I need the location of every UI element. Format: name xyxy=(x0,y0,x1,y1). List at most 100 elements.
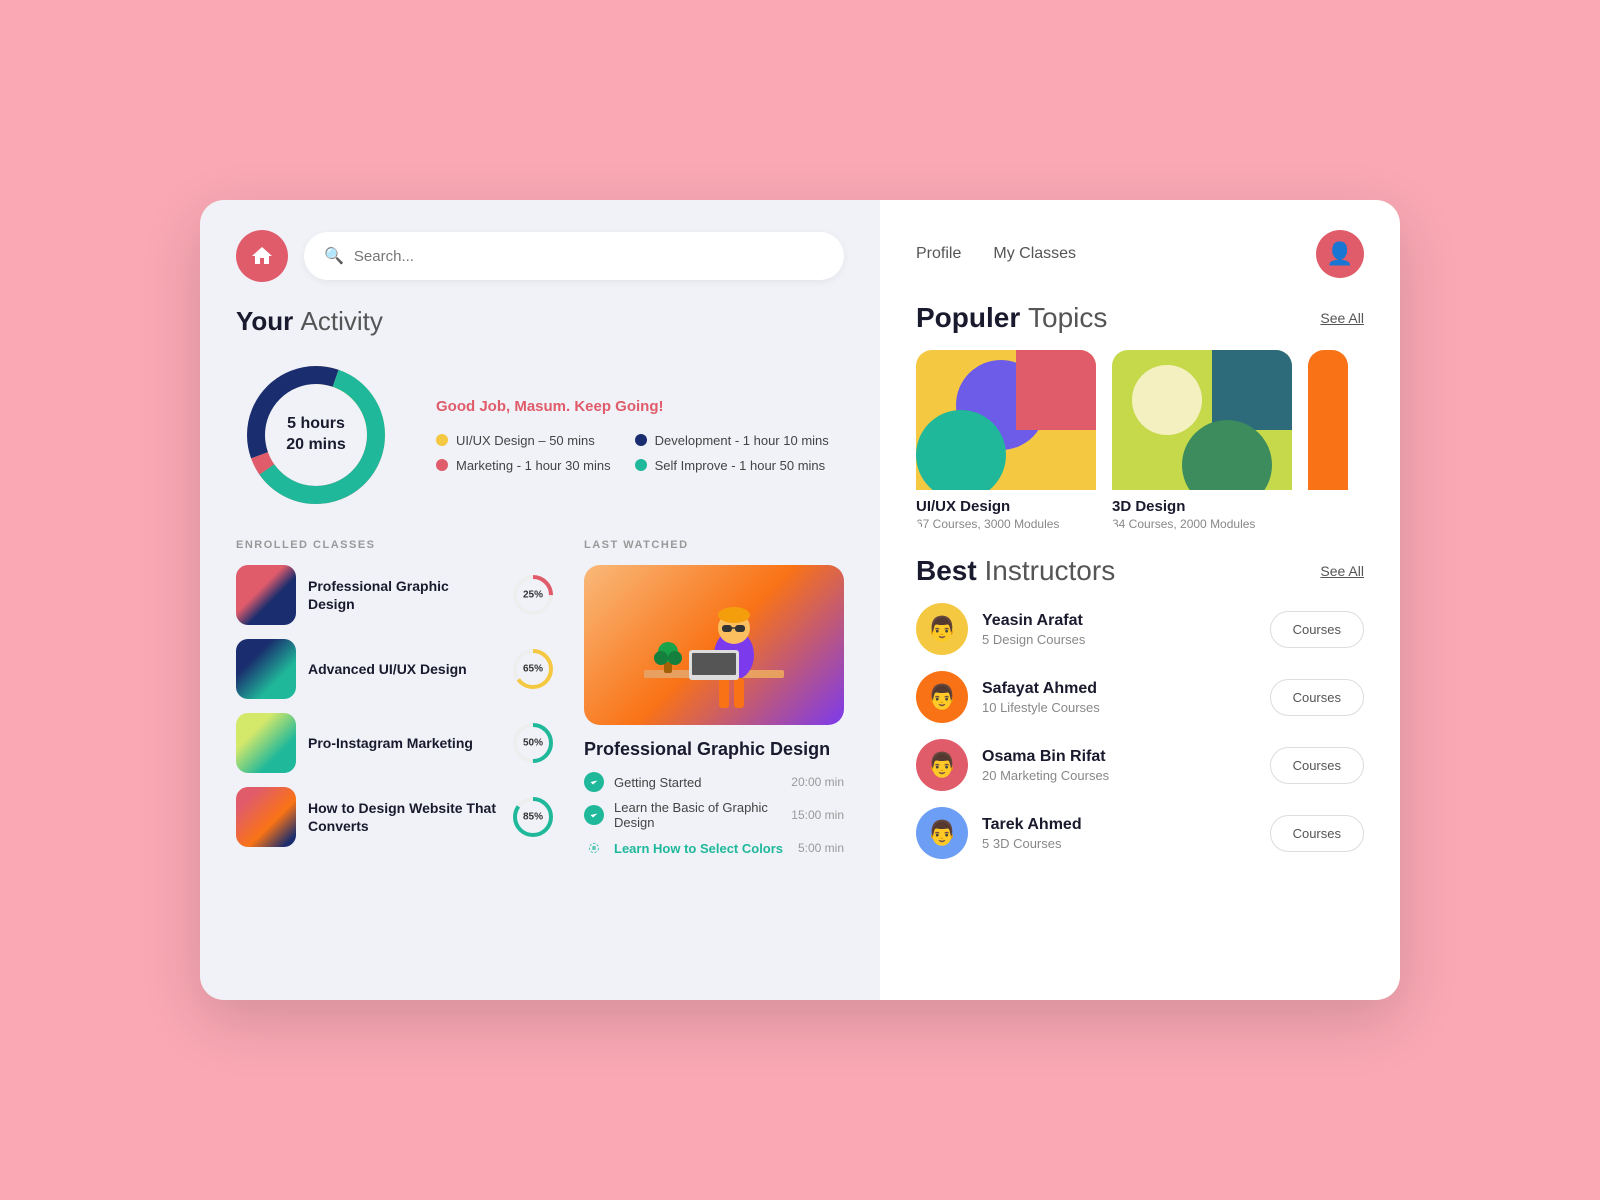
class-item[interactable]: How to Design Website That Converts 85% xyxy=(236,787,556,847)
shape-red-rect xyxy=(1016,350,1096,430)
motivation-text: Good Job, Masum. Keep Going! xyxy=(436,398,829,415)
lesson-item[interactable]: Learn How to Select Colors 5:00 min xyxy=(584,838,844,858)
class-info-1: Professional Graphic Design xyxy=(308,577,498,613)
lesson-list: Getting Started 20:00 min Learn the Basi… xyxy=(584,772,844,858)
donut-center-text: 5 hours 20 mins xyxy=(286,414,346,456)
stat-dot-selfimprove xyxy=(635,459,647,471)
top-bar-left: 🔍 xyxy=(236,230,844,282)
instructor-item: 👨 Yeasin Arafat 5 Design Courses Courses xyxy=(916,603,1364,655)
class-item[interactable]: Pro-Instagram Marketing 50% xyxy=(236,713,556,773)
top-bar-right: Profile My Classes 👤 xyxy=(916,230,1364,278)
user-avatar[interactable]: 👤 xyxy=(1316,230,1364,278)
instructors-see-all[interactable]: See All xyxy=(1320,563,1364,579)
class-info-2: Advanced UI/UX Design xyxy=(308,660,498,678)
instructor-item: 👨 Osama Bin Rifat 20 Marketing Courses C… xyxy=(916,739,1364,791)
instructor-courses-btn-1[interactable]: Courses xyxy=(1270,611,1364,648)
stat-item: Marketing - 1 hour 30 mins xyxy=(436,458,611,473)
instructor-avatar-2: 👨 xyxy=(916,671,968,723)
instructor-info-1: Yeasin Arafat 5 Design Courses xyxy=(982,612,1256,647)
my-classes-nav-link[interactable]: My Classes xyxy=(993,245,1076,263)
class-thumb-3 xyxy=(236,713,296,773)
topic-card-uiux[interactable]: UI/UX Design 67 Courses, 3000 Modules xyxy=(916,350,1096,531)
watched-course-title: Professional Graphic Design xyxy=(584,739,844,760)
shape-teal-circle xyxy=(916,410,1006,490)
topic-img-3d xyxy=(1112,350,1292,490)
stat-col-right: Development - 1 hour 10 mins Self Improv… xyxy=(635,433,829,473)
activity-section: Your Activity xyxy=(236,306,844,515)
stat-item: Self Improve - 1 hour 50 mins xyxy=(635,458,829,473)
instructor-info-2: Safayat Ahmed 10 Lifestyle Courses xyxy=(982,680,1256,715)
instructor-item: 👨 Safayat Ahmed 10 Lifestyle Courses Cou… xyxy=(916,671,1364,723)
topic-img-graphic xyxy=(1308,350,1348,490)
progress-ring-1: 25% xyxy=(510,572,556,618)
class-info-3: Pro-Instagram Marketing xyxy=(308,734,498,752)
progress-ring-3: 50% xyxy=(510,720,556,766)
lesson-item[interactable]: Learn the Basic of Graphic Design 15:00 … xyxy=(584,800,844,830)
search-icon: 🔍 xyxy=(324,246,344,266)
instructor-info-3: Osama Bin Rifat 20 Marketing Courses xyxy=(982,748,1256,783)
instructor-avatar-3: 👨 xyxy=(916,739,968,791)
topic-card-3d[interactable]: 3D Design 34 Courses, 2000 Modules xyxy=(1112,350,1292,531)
last-watched-section: LAST WATCHED xyxy=(584,539,844,861)
activity-title: Your Activity xyxy=(236,306,844,337)
enrolled-label: ENROLLED CLASSES xyxy=(236,539,556,551)
stat-columns: UI/UX Design – 50 mins Marketing - 1 hou… xyxy=(436,433,829,473)
activity-content: 5 hours 20 mins Good Job, Masum. Keep Go… xyxy=(236,355,844,515)
stat-dot-dev xyxy=(635,434,647,446)
instructors-list: 👨 Yeasin Arafat 5 Design Courses Courses… xyxy=(916,603,1364,859)
pause-icon xyxy=(589,843,599,853)
class-thumb-4 xyxy=(236,787,296,847)
lesson-pause-icon xyxy=(584,838,604,858)
class-info-4: How to Design Website That Converts xyxy=(308,799,498,835)
instructor-info-4: Tarek Ahmed 5 3D Courses xyxy=(982,816,1256,851)
checkmark-icon xyxy=(589,810,599,820)
lesson-item[interactable]: Getting Started 20:00 min xyxy=(584,772,844,792)
class-thumb-1 xyxy=(236,565,296,625)
best-instructors-section: Best Instructors See All 👨 Yeasin Arafat… xyxy=(916,555,1364,859)
shape-cream-circle xyxy=(1132,365,1202,435)
checkmark-icon xyxy=(589,777,599,787)
instructor-courses-btn-3[interactable]: Courses xyxy=(1270,747,1364,784)
search-input[interactable] xyxy=(354,248,824,265)
right-panel: Profile My Classes 👤 Populer Topics See … xyxy=(880,200,1400,1000)
profile-nav-link[interactable]: Profile xyxy=(916,245,961,263)
class-item[interactable]: Advanced UI/UX Design 65% xyxy=(236,639,556,699)
instructor-courses-btn-4[interactable]: Courses xyxy=(1270,815,1364,852)
watched-illustration xyxy=(614,570,814,720)
instructor-item: 👨 Tarek Ahmed 5 3D Courses Courses xyxy=(916,807,1364,859)
left-panel: 🔍 Your Activity xyxy=(200,200,880,1000)
stat-dot-uiux xyxy=(436,434,448,446)
shape-teal-rect xyxy=(1212,350,1292,430)
popular-topics-title: Populer Topics xyxy=(916,302,1107,334)
last-watched-label: LAST WATCHED xyxy=(584,539,844,551)
home-button[interactable] xyxy=(236,230,288,282)
class-item[interactable]: Professional Graphic Design 25% xyxy=(236,565,556,625)
watched-image xyxy=(584,565,844,725)
search-box: 🔍 xyxy=(304,232,844,280)
popular-topics-section: Populer Topics See All UI/UX Design 67 C… xyxy=(916,302,1364,531)
topics-row: UI/UX Design 67 Courses, 3000 Modules 3D… xyxy=(916,350,1364,531)
home-icon xyxy=(250,244,274,268)
instructor-avatar-1: 👨 xyxy=(916,603,968,655)
app-container: 🔍 Your Activity xyxy=(200,200,1400,1000)
instructor-avatar-4: 👨 xyxy=(916,807,968,859)
activity-stats: Good Job, Masum. Keep Going! UI/UX Desig… xyxy=(436,398,829,473)
popular-topics-see-all[interactable]: See All xyxy=(1320,310,1364,326)
shape-green-circle xyxy=(1182,420,1272,490)
stat-item: Development - 1 hour 10 mins xyxy=(635,433,829,448)
lesson-check-icon xyxy=(584,772,604,792)
bottom-sections: ENROLLED CLASSES Professional Graphic De… xyxy=(236,539,844,861)
topic-img-uiux xyxy=(916,350,1096,490)
stat-dot-marketing xyxy=(436,459,448,471)
best-instructors-title: Best Instructors xyxy=(916,555,1115,587)
class-thumb-2 xyxy=(236,639,296,699)
stat-col-left: UI/UX Design – 50 mins Marketing - 1 hou… xyxy=(436,433,611,473)
best-instructors-header: Best Instructors See All xyxy=(916,555,1364,587)
popular-topics-header: Populer Topics See All xyxy=(916,302,1364,334)
stat-item: UI/UX Design – 50 mins xyxy=(436,433,611,448)
progress-ring-2: 65% xyxy=(510,646,556,692)
instructor-courses-btn-2[interactable]: Courses xyxy=(1270,679,1364,716)
topic-card-graphic[interactable] xyxy=(1308,350,1348,531)
enrolled-section: ENROLLED CLASSES Professional Graphic De… xyxy=(236,539,556,861)
activity-donut: 5 hours 20 mins xyxy=(236,355,396,515)
